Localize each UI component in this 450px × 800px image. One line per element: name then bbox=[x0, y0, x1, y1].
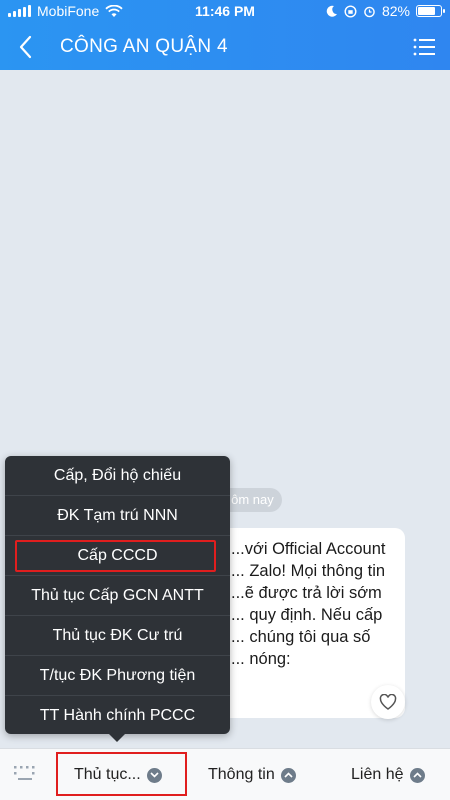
heart-icon bbox=[379, 694, 397, 710]
status-bar: MobiFone 11:46 PM 82% bbox=[0, 0, 450, 24]
message-text: ...với Official Account ... Zalo! Mọi th… bbox=[231, 540, 386, 668]
menu-item-cccd[interactable]: Cấp CCCD bbox=[5, 536, 230, 576]
page-title: CÔNG AN QUẬN 4 bbox=[60, 36, 228, 57]
back-chevron-icon[interactable] bbox=[12, 30, 40, 64]
menu-item-residence-registration[interactable]: Thủ tục ĐK Cư trú bbox=[5, 616, 230, 656]
tab-information-label: Thông tin bbox=[208, 766, 275, 783]
rotation-lock-icon bbox=[344, 4, 357, 18]
moon-icon bbox=[326, 5, 337, 17]
battery-fill bbox=[418, 7, 435, 15]
app-header: MobiFone 11:46 PM 82% CÔNG AN QUẬN 4 bbox=[0, 0, 450, 70]
react-heart-button[interactable] bbox=[371, 685, 405, 719]
menu-item-vehicle-registration[interactable]: T/tục ĐK Phương tiện bbox=[5, 656, 230, 696]
procedure-popup-menu: Cấp, Đổi hộ chiếu ĐK Tạm trú NNN Cấp CCC… bbox=[5, 456, 230, 742]
tab-information[interactable]: Thông tin bbox=[208, 749, 296, 800]
list-menu-icon[interactable] bbox=[412, 36, 436, 58]
keyboard-icon[interactable] bbox=[12, 763, 38, 785]
menu-item-passport[interactable]: Cấp, Đổi hộ chiếu bbox=[5, 456, 230, 496]
status-right: 82% bbox=[326, 3, 445, 19]
chevron-up-icon bbox=[409, 767, 425, 783]
battery-icon bbox=[416, 5, 445, 17]
battery-percent: 82% bbox=[381, 3, 410, 19]
chevron-up-icon bbox=[280, 767, 296, 783]
alarm-icon bbox=[364, 6, 375, 17]
tab-contact-label: Liên hệ bbox=[351, 766, 404, 783]
nav-bar: CÔNG AN QUẬN 4 bbox=[0, 24, 450, 70]
menu-item-temporary-residence[interactable]: ĐK Tạm trú NNN bbox=[5, 496, 230, 536]
tab-highlight-box bbox=[56, 752, 187, 796]
menu-item-fire-safety[interactable]: TT Hành chính PCCC bbox=[5, 696, 230, 736]
tab-contact[interactable]: Liên hệ bbox=[351, 749, 425, 800]
menu-item-gcn-antt[interactable]: Thủ tục Cấp GCN ANTT bbox=[5, 576, 230, 616]
